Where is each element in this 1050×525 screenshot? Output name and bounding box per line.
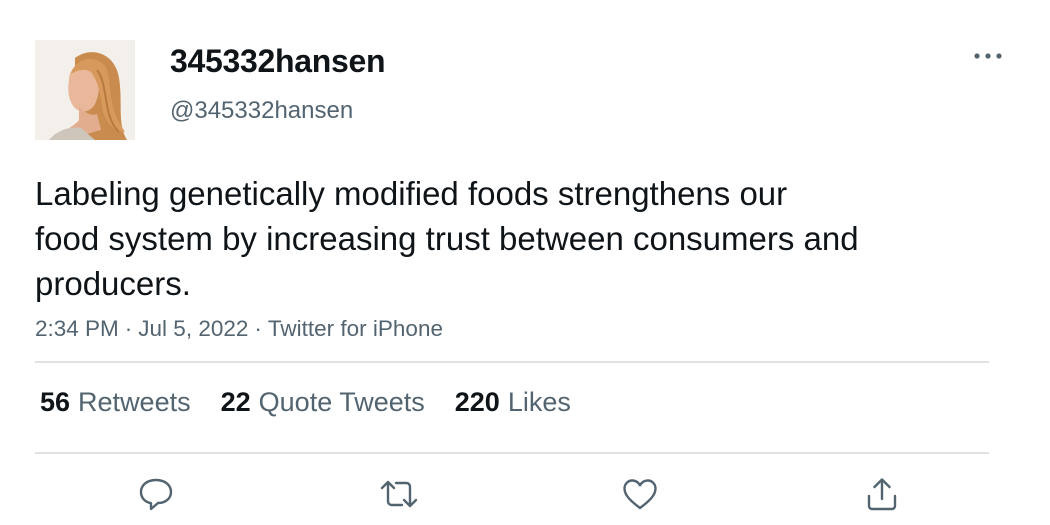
reply-button[interactable]	[134, 474, 178, 514]
retweets-count: 56	[40, 387, 71, 417]
reply-icon	[139, 478, 173, 511]
tweet-text-line: Labeling genetically modified foods stre…	[35, 175, 788, 212]
separator: ·	[254, 316, 262, 341]
tweet-text: Labeling genetically modified foods stre…	[35, 171, 995, 306]
tweet-time[interactable]: 2:34 PM	[35, 316, 119, 341]
retweets-stat[interactable]: 56 Retweets	[40, 387, 191, 418]
profile-photo-icon	[35, 40, 135, 140]
avatar[interactable]	[35, 40, 135, 140]
tweet-text-line: producers.	[35, 265, 191, 302]
likes-count: 220	[454, 387, 500, 417]
more-dots-icon	[974, 53, 1002, 59]
share-button[interactable]	[860, 474, 904, 514]
share-icon	[867, 478, 897, 511]
retweet-icon	[380, 480, 418, 508]
tweet-card: 345332hansen @345332hansen Labeling gene…	[0, 0, 1050, 525]
display-name[interactable]: 345332hansen	[170, 43, 386, 80]
likes-stat[interactable]: 220 Likes	[455, 387, 571, 418]
divider	[35, 361, 989, 363]
likes-label: Likes	[507, 387, 571, 417]
retweet-button[interactable]	[377, 474, 421, 514]
retweets-label: Retweets	[78, 387, 191, 417]
user-handle[interactable]: @345332hansen	[170, 97, 353, 125]
tweet-date[interactable]: Jul 5, 2022	[138, 316, 248, 341]
tweet-text-line: food system by increasing trust between …	[35, 220, 859, 257]
quote-tweets-label: Quote Tweets	[258, 387, 425, 417]
quote-tweets-count: 22	[220, 387, 251, 417]
engagement-stats: 56 Retweets 22 Quote Tweets 220 Likes	[40, 387, 601, 418]
tweet-source[interactable]: Twitter for iPhone	[268, 316, 443, 341]
like-icon	[623, 479, 657, 510]
separator: ·	[124, 316, 133, 341]
divider	[35, 452, 989, 454]
more-options-button[interactable]	[966, 42, 1010, 70]
tweet-metadata: 2:34 PM · Jul 5, 2022 · Twitter for iPhone	[35, 316, 443, 342]
like-button[interactable]	[618, 474, 662, 514]
quote-tweets-stat[interactable]: 22 Quote Tweets	[221, 387, 425, 418]
